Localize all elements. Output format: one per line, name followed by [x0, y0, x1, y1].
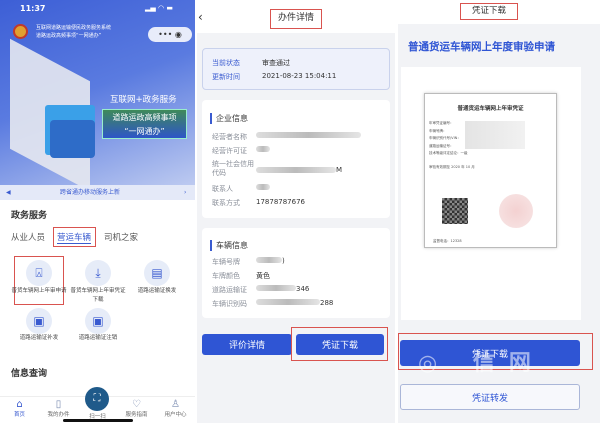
- update-label: 更新时间: [212, 73, 240, 81]
- home-icon: ⌂: [16, 399, 23, 410]
- cert-line: 车辆识别代号/VIN：: [429, 136, 461, 140]
- field-value: ): [282, 257, 285, 265]
- field-label: 联系人: [212, 185, 233, 193]
- field-value: 17878787676: [256, 198, 305, 206]
- nav-guide[interactable]: ♡ 服务指南: [117, 399, 156, 418]
- certificate-valid: 审验有效期至 2020 年 10 月: [429, 165, 475, 169]
- status-icons: ▂▄ ◠ ▬: [145, 4, 173, 12]
- certificate-fields: 年审凭证编号： 车辆号牌： 车辆识别代号/VIN： 道路运输证号： 技术等级评定…: [429, 120, 468, 158]
- status-label: 当前状态: [212, 59, 240, 67]
- status-time: 11:37: [20, 4, 46, 13]
- watermark-logo: ◎ 信网: [418, 351, 545, 376]
- nav-home[interactable]: ⌂ 首页: [0, 399, 39, 418]
- nav-my-cases[interactable]: ▯ 我的办件: [39, 399, 78, 418]
- miniprogram-capsule[interactable]: ••• ◉: [148, 27, 192, 42]
- user-icon: ♙: [171, 399, 180, 410]
- page-title: 办件详情: [270, 9, 322, 29]
- field-label: 统一社会信用代码: [212, 160, 254, 177]
- home-screen: 11:37 ▂▄ ◠ ▬ 互联网道路运输便民政务服务系统 道路运政高频事项“一网…: [0, 0, 195, 423]
- redacted-value: [256, 184, 270, 190]
- nav-user-label: 用户中心: [164, 412, 187, 418]
- redacted-value: [256, 257, 282, 263]
- nav-my-cases-label: 我的办件: [47, 412, 70, 418]
- field-label: 联系方式: [212, 199, 240, 207]
- redacted-value: [256, 146, 270, 152]
- certificate-phone: 监督电话：12328: [433, 239, 462, 243]
- banner-line3: “一网通办”: [124, 127, 165, 136]
- forward-certificate-button[interactable]: 凭证转发: [400, 384, 580, 410]
- field-label: 经营许可证: [212, 147, 247, 155]
- enterprise-title: 企业信息: [210, 113, 248, 124]
- field-label: 车辆号牌: [212, 258, 240, 266]
- banner-badge: 道路运政高频事项 “一网通办”: [102, 109, 187, 139]
- field-value: 288: [320, 299, 334, 307]
- cert-line: 道路运输证号：: [429, 143, 454, 148]
- back-icon[interactable]: ‹: [198, 10, 203, 24]
- field-label: 车牌颜色: [212, 272, 240, 280]
- service-permit-renew[interactable]: 道路运输证换发: [127, 287, 187, 296]
- tab-practitioners[interactable]: 从业人员: [11, 231, 45, 243]
- redacted-value: [256, 167, 336, 173]
- redacted-value: [256, 285, 296, 291]
- case-detail-screen: ‹ 办件详情 当前状态 审查通过 更新时间 2021-08-23 15:04:11 …: [197, 0, 395, 423]
- id-card-cancel-icon[interactable]: ▣: [85, 308, 111, 334]
- cert-line: 车辆号牌：: [429, 128, 447, 133]
- cards-icon[interactable]: ▤: [144, 260, 170, 286]
- chevron-right-icon: ›: [184, 189, 187, 196]
- form-heading: 普通货运车辆网上年度审验申请: [408, 41, 555, 53]
- home-indicator: [63, 419, 133, 422]
- notice-bar[interactable]: ◀ 跨省通办移动服务上新 ›: [0, 185, 195, 200]
- nav-home-label: 首页: [13, 412, 25, 418]
- service-cert-download[interactable]: 普货车辆网上年审凭证下载: [68, 287, 128, 305]
- stamp-icon[interactable]: ⍓: [26, 260, 52, 286]
- notice-text: 跨省通办移动服务上新: [60, 189, 121, 196]
- id-card-icon[interactable]: ▣: [26, 308, 52, 334]
- section-title: 政务服务: [11, 211, 48, 221]
- truck-cab: [50, 120, 95, 158]
- emblem-icon: [13, 24, 28, 39]
- tab-vehicles[interactable]: 营运车辆: [57, 231, 92, 244]
- service-annual-review[interactable]: 普货车辆网上年审申请: [9, 287, 69, 296]
- page-title: 凭证下载: [460, 3, 518, 20]
- cert-line: 技术等级评定结论：一级: [429, 151, 468, 155]
- field-label: 道路运输证: [212, 286, 247, 294]
- certificate-title: 普通货运车辆网上年审凭证: [457, 106, 524, 112]
- document-icon: ▯: [55, 399, 62, 410]
- qr-code: [442, 198, 468, 224]
- service-permit-reissue[interactable]: 道路运输证补发: [9, 334, 69, 343]
- field-label: 经营者名称: [212, 133, 247, 141]
- certificate-screen: 凭证下载 普通货运车辆网上年度审验申请 普通货运车辆网上年审凭证 年审凭证编号：…: [398, 0, 600, 423]
- evaluate-button[interactable]: 评价详情: [202, 334, 292, 355]
- official-seal: [499, 194, 533, 228]
- scan-icon[interactable]: ⛶: [85, 387, 109, 411]
- tab-driver-home[interactable]: 司机之家: [104, 231, 138, 243]
- redaction-blur: [465, 121, 525, 149]
- app-title-line2: 道路运政高频事项“一网通办”: [36, 33, 102, 39]
- field-value: M: [336, 166, 343, 174]
- info-title: 信息查询: [11, 369, 48, 379]
- nav-guide-label: 服务指南: [125, 412, 148, 418]
- speaker-icon: ◀: [6, 189, 11, 196]
- redacted-value: [256, 132, 361, 138]
- service-permit-cancel[interactable]: 道路运输证注销: [68, 334, 128, 343]
- app-title-line1: 互联网道路运输便民政务服务系统: [36, 25, 112, 31]
- download-button[interactable]: 凭证下载: [296, 334, 384, 355]
- app-title: 互联网道路运输便民政务服务系统 道路运政高频事项“一网通办”: [36, 24, 111, 40]
- nav-user[interactable]: ♙ 用户中心: [156, 399, 195, 418]
- update-value: 2021-08-23 15:04:11: [262, 72, 337, 80]
- heart-icon: ♡: [132, 399, 141, 410]
- download-icon[interactable]: ⤓: [85, 260, 111, 286]
- redacted-value: [256, 299, 320, 305]
- cert-line: 年审凭证编号：: [429, 121, 454, 125]
- field-value: 黄色: [256, 272, 270, 280]
- field-label: 车辆识别码: [212, 300, 247, 308]
- certificate-document: 普通货运车辆网上年审凭证 年审凭证编号： 车辆号牌： 车辆识别代号/VIN： 道…: [424, 93, 557, 248]
- field-value: 346: [296, 285, 310, 293]
- status-value: 审查通过: [262, 59, 290, 67]
- vehicle-title: 车辆信息: [210, 240, 248, 251]
- banner-line2: 道路运政高频事项: [112, 113, 177, 122]
- status-card: [202, 48, 390, 90]
- banner-slogan: 互联网+政务服务: [110, 95, 177, 105]
